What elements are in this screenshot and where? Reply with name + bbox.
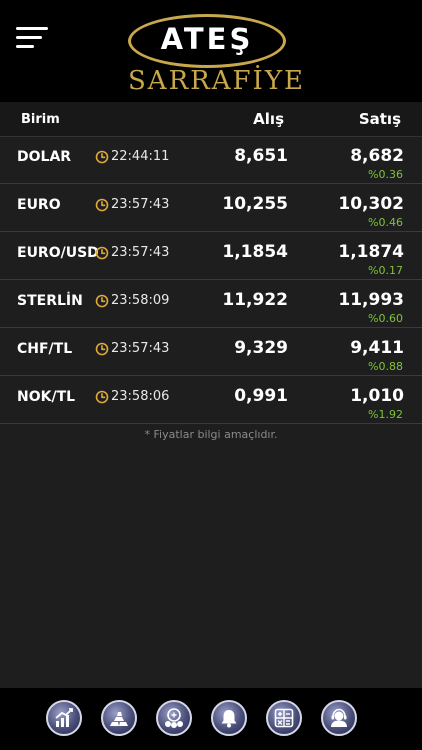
clock-icon <box>95 390 109 404</box>
change-percent: %0.88 <box>368 360 403 373</box>
currency-name: EURO <box>17 197 61 213</box>
column-buy: Alış <box>253 110 284 128</box>
tab-calculator[interactable] <box>266 700 302 736</box>
clock-icon <box>95 294 109 308</box>
tab-coins[interactable] <box>156 700 192 736</box>
update-time: 23:58:06 <box>111 389 170 404</box>
change-percent: %1.92 <box>368 408 403 421</box>
sell-price: 1,1874 <box>338 242 404 262</box>
price-table: DOLAR 22:44:11 8,651 8,682 %0.36 EURO 23… <box>0 136 422 424</box>
buy-price: 8,651 <box>234 146 288 166</box>
table-row[interactable]: NOK/TL 23:58:06 0,991 1,010 %1.92 <box>0 376 422 424</box>
change-percent: %0.17 <box>368 264 403 277</box>
bell-icon <box>221 710 237 728</box>
sell-price: 9,411 <box>350 338 404 358</box>
currency-name: STERLİN <box>17 293 83 309</box>
menu-icon[interactable] <box>16 27 50 51</box>
brand-logo: ATEŞ SARRAFİYE <box>128 8 305 98</box>
buy-price: 1,1854 <box>222 242 288 262</box>
bottom-tab-bar <box>0 688 422 750</box>
tab-gold-bars[interactable] <box>101 700 137 736</box>
column-sell: Satış <box>358 110 401 128</box>
update-time: 23:57:43 <box>111 197 170 212</box>
currency-name: NOK/TL <box>17 389 76 405</box>
tab-chart[interactable] <box>46 700 82 736</box>
tab-support[interactable] <box>321 700 357 736</box>
currency-name: DOLAR <box>17 149 72 165</box>
change-percent: %0.46 <box>368 216 403 229</box>
buy-price: 9,329 <box>234 338 288 358</box>
table-row[interactable]: EURO 23:57:43 10,255 10,302 %0.46 <box>0 184 422 232</box>
table-header: Birim Alış Satış <box>0 102 422 137</box>
logo-subtitle: SARRAFİYE <box>128 66 305 96</box>
buy-price: 10,255 <box>222 194 288 214</box>
sell-price: 11,993 <box>338 290 404 310</box>
sell-price: 8,682 <box>350 146 404 166</box>
buy-price: 0,991 <box>234 386 288 406</box>
clock-icon <box>95 150 109 164</box>
sell-price: 10,302 <box>338 194 404 214</box>
coins-icon <box>165 708 183 728</box>
table-row[interactable]: DOLAR 22:44:11 8,651 8,682 %0.36 <box>0 136 422 184</box>
tab-alarm[interactable] <box>211 700 247 736</box>
currency-name: CHF/TL <box>17 341 73 357</box>
clock-icon <box>95 198 109 212</box>
table-row[interactable]: STERLİN 23:58:09 11,922 11,993 %0.60 <box>0 280 422 328</box>
app-header: ATEŞ SARRAFİYE <box>0 0 422 102</box>
column-unit: Birim <box>21 112 60 127</box>
clock-icon <box>95 246 109 260</box>
change-percent: %0.60 <box>368 312 403 325</box>
update-time: 23:57:43 <box>111 245 170 260</box>
update-time: 22:44:11 <box>111 149 170 164</box>
table-row[interactable]: EURO/USD 23:57:43 1,1854 1,1874 %0.17 <box>0 232 422 280</box>
update-time: 23:57:43 <box>111 341 170 356</box>
update-time: 23:58:09 <box>111 293 170 308</box>
support-icon <box>331 708 347 727</box>
disclaimer-note: * Fiyatlar bilgi amaçlıdır. <box>144 428 278 441</box>
buy-price: 11,922 <box>222 290 288 310</box>
currency-name: EURO/USD <box>17 245 99 261</box>
gold-bars-icon <box>110 712 128 726</box>
logo-mark: ATEŞ <box>160 22 254 56</box>
table-row[interactable]: CHF/TL 23:57:43 9,329 9,411 %0.88 <box>0 328 422 376</box>
clock-icon <box>95 342 109 356</box>
sell-price: 1,010 <box>350 386 404 406</box>
calculator-icon <box>274 708 294 728</box>
chart-icon <box>55 708 73 727</box>
change-percent: %0.36 <box>368 168 403 181</box>
